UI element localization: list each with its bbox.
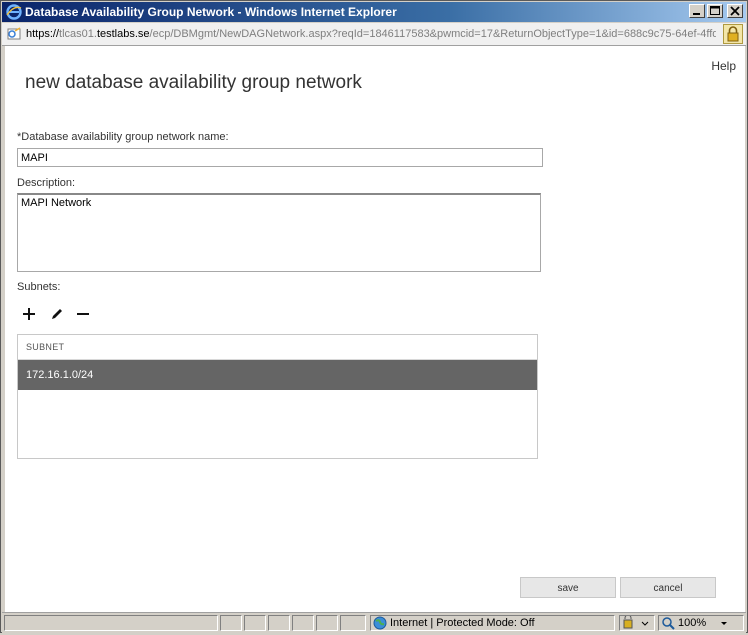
status-segment [316, 615, 338, 631]
status-segment [340, 615, 366, 631]
chevron-down-icon [721, 622, 727, 625]
close-button[interactable] [727, 4, 743, 18]
browser-window: Database Availability Group Network - Wi… [0, 0, 748, 633]
description-textarea[interactable]: MAPI Network [17, 193, 541, 272]
help-link[interactable]: Help [711, 59, 736, 73]
zoom-control[interactable]: 100% [658, 615, 744, 631]
address-bar: https://tlcas01.testlabs.se/ecp/DBMgmt/N… [2, 23, 746, 46]
minimize-icon [693, 13, 700, 15]
status-segment [220, 615, 242, 631]
status-bar: Internet | Protected Mode: Off 100% [2, 612, 746, 633]
subnets-table: SUBNET 172.16.1.0/24 [17, 334, 538, 459]
add-icon[interactable] [21, 306, 37, 322]
page-title: new database availability group network [25, 72, 362, 93]
status-segment [268, 615, 290, 631]
remove-icon[interactable] [75, 306, 91, 322]
maximize-button[interactable] [707, 4, 723, 18]
security-zone-text: Internet | Protected Mode: Off [390, 617, 535, 629]
security-zone-indicator[interactable]: Internet | Protected Mode: Off [370, 615, 615, 631]
maximize-icon [710, 6, 720, 15]
network-name-input[interactable] [17, 148, 543, 167]
status-segment [244, 615, 266, 631]
url-host-prefix: tlcas01. [59, 28, 97, 40]
status-segment [292, 615, 314, 631]
network-name-label: *Database availability group network nam… [17, 131, 229, 143]
page-content: Help new database availability group net… [5, 46, 745, 612]
url-host: testlabs.se [96, 28, 150, 40]
minimize-button[interactable] [689, 4, 705, 18]
security-lock-button[interactable] [723, 24, 743, 44]
globe-icon [373, 616, 387, 630]
edit-icon[interactable] [49, 306, 65, 322]
window-title: Database Availability Group Network - Wi… [25, 5, 397, 19]
save-button[interactable]: save [520, 577, 616, 598]
close-icon [730, 6, 740, 16]
internet-explorer-icon [6, 4, 22, 20]
table-row[interactable]: 172.16.1.0/24 [18, 360, 537, 390]
url-path: /ecp/DBMgmt/NewDAGNetwork.aspx?reqId=184… [149, 28, 716, 40]
address-url[interactable]: https://tlcas01.testlabs.se/ecp/DBMgmt/N… [26, 26, 716, 42]
subnet-column-header[interactable]: SUBNET [18, 335, 537, 360]
url-scheme: https:// [26, 28, 60, 40]
protected-mode-button[interactable] [619, 614, 655, 631]
page-icon [7, 27, 21, 40]
cancel-button[interactable]: cancel [620, 577, 716, 598]
zoom-icon [662, 617, 675, 630]
title-bar: Database Availability Group Network - Wi… [2, 2, 746, 22]
description-label: Description: [17, 177, 76, 189]
subnets-label: Subnets: [17, 281, 61, 293]
shield-lock-icon [623, 614, 649, 629]
lock-icon [727, 26, 739, 42]
status-message-segment [4, 615, 218, 631]
zoom-level: 100% [678, 617, 707, 629]
